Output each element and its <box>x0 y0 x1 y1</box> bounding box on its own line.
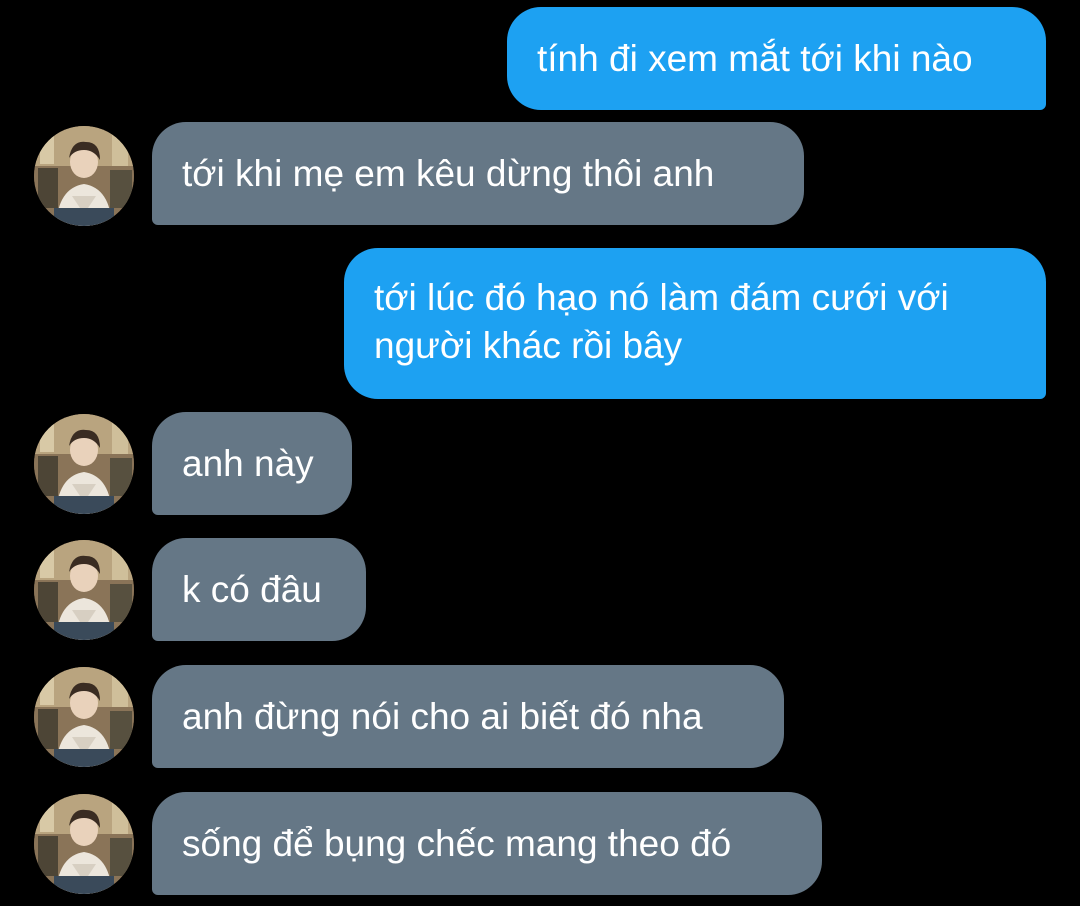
contact-avatar[interactable] <box>34 540 134 640</box>
chat-thread: tính đi xem mắt tới khi nào tới khi mẹ e… <box>0 0 1080 906</box>
received-message-bubble[interactable]: anh đừng nói cho ai biết đó nha <box>152 665 784 768</box>
received-message-bubble[interactable]: sống để bụng chếc mang theo đó <box>152 792 822 895</box>
received-message-bubble[interactable]: anh này <box>152 412 352 515</box>
message-text: anh này <box>182 442 314 484</box>
avatar-icon <box>34 794 134 894</box>
avatar-icon <box>34 414 134 514</box>
received-message-bubble[interactable]: k có đâu <box>152 538 366 641</box>
sent-message-bubble[interactable]: tính đi xem mắt tới khi nào <box>507 7 1046 110</box>
message-text-line: người khác rồi bây <box>374 325 683 366</box>
avatar-icon <box>34 126 134 226</box>
contact-avatar[interactable] <box>34 126 134 226</box>
message-text: tới khi mẹ em kêu dừng thôi anh <box>182 152 715 194</box>
message-text-line: tới lúc đó hạo nó làm đám cưới với <box>374 277 949 318</box>
message-text: k có đâu <box>182 568 322 610</box>
contact-avatar[interactable] <box>34 794 134 894</box>
received-message-bubble[interactable]: tới khi mẹ em kêu dừng thôi anh <box>152 122 804 225</box>
avatar-icon <box>34 667 134 767</box>
message-text: anh đừng nói cho ai biết đó nha <box>182 695 703 737</box>
sent-message-bubble[interactable]: tới lúc đó hạo nó làm đám cưới với người… <box>344 248 1046 399</box>
contact-avatar[interactable] <box>34 667 134 767</box>
message-text: tính đi xem mắt tới khi nào <box>537 37 973 79</box>
contact-avatar[interactable] <box>34 414 134 514</box>
avatar-icon <box>34 540 134 640</box>
message-text: sống để bụng chếc mang theo đó <box>182 822 732 864</box>
